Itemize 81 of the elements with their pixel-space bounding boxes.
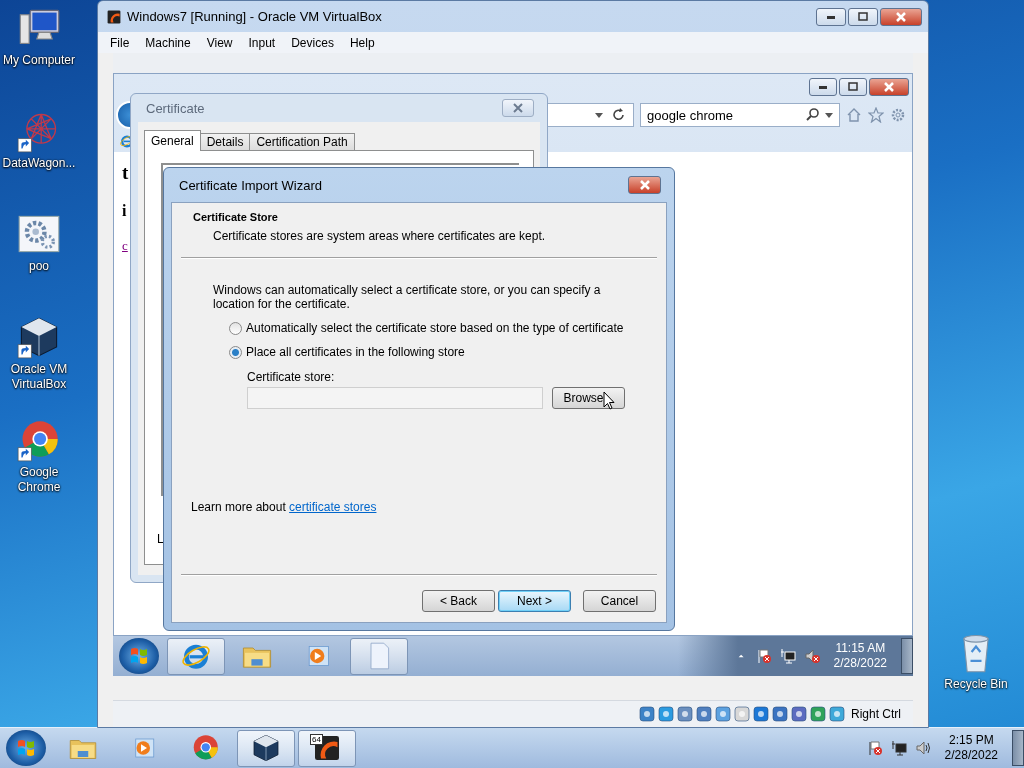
minimize-icon [818, 85, 828, 89]
menu-item[interactable]: File [102, 35, 138, 50]
panel-text: L [157, 532, 165, 546]
flag-logo-icon [15, 737, 37, 759]
dialog-title: Certificate Import Wizard [179, 177, 324, 193]
maximize-icon [848, 82, 858, 92]
host-key-label: Right Ctrl [851, 707, 901, 721]
show-desktop-button[interactable] [1012, 730, 1024, 766]
caret-icon [595, 112, 603, 118]
maximize-button[interactable] [848, 7, 878, 26]
app-icon [312, 733, 342, 763]
badge-label: 64 [310, 733, 323, 745]
page-link[interactable]: c [122, 238, 128, 254]
cube-icon [251, 733, 281, 763]
close-icon [513, 103, 523, 113]
menu-item[interactable]: Help [341, 35, 383, 50]
home-icon [846, 107, 862, 123]
help-text: Learn more about certificate stores [191, 500, 378, 514]
section-heading: Certificate Store [193, 211, 279, 223]
clock-time[interactable]: 11:15 AM [835, 641, 886, 656]
dialog-button[interactable]: < Back [422, 590, 495, 612]
settings-icon [890, 107, 906, 123]
clock-date[interactable]: 2/28/2022 [833, 656, 887, 671]
clock-time[interactable]: 2:15 PM [948, 733, 994, 748]
search-field[interactable]: google chrome [640, 103, 840, 127]
close-button[interactable] [628, 176, 661, 194]
start-button[interactable] [119, 638, 159, 674]
close-icon [884, 82, 894, 92]
dialog-button[interactable]: Next > [498, 590, 571, 612]
volume-icon[interactable] [803, 648, 820, 664]
refresh-icon [611, 107, 627, 123]
tab[interactable]: Certification Path [249, 133, 355, 151]
clock-date[interactable]: 2/28/2022 [944, 748, 998, 763]
taskbar-button[interactable] [237, 729, 295, 767]
menu-item[interactable]: Devices [283, 35, 342, 50]
menu-item[interactable]: View [198, 35, 241, 50]
star-icon [868, 107, 884, 123]
maximize-icon [858, 11, 868, 22]
app-icon [106, 8, 122, 25]
close-icon [896, 11, 906, 22]
page-text: i [122, 202, 127, 220]
certificate-store-field[interactable] [247, 387, 543, 409]
tab[interactable]: General [144, 130, 201, 151]
volume-icon[interactable] [914, 740, 931, 756]
browse-button[interactable]: Browse... [552, 387, 625, 409]
close-button[interactable] [880, 7, 922, 26]
menu-item[interactable]: Input [240, 35, 284, 50]
menu-item[interactable]: Machine [137, 35, 199, 50]
radio-button[interactable] [229, 345, 242, 359]
help-link[interactable]: certificate stores [289, 500, 377, 514]
minimize-icon [826, 14, 836, 19]
field-label: Certificate store: [247, 370, 336, 384]
dialog-title: Certificate [146, 100, 206, 116]
radio-label[interactable]: Place all certificates in the following store [246, 345, 465, 359]
desktop-icon-label[interactable]: My Computer [1, 53, 77, 68]
section-description: Certificate stores are system areas where certificates are kept. [213, 229, 547, 243]
minimize-button[interactable] [816, 7, 846, 26]
close-icon [639, 180, 650, 190]
flag-icon[interactable] [866, 740, 883, 756]
caret-icon [825, 112, 833, 118]
tab[interactable]: Details [199, 133, 251, 151]
window-title: Windows7 [Running] - Oracle VM VirtualBox [127, 9, 383, 24]
show-desktop-button[interactable] [901, 638, 913, 674]
flag-logo-icon [128, 645, 150, 667]
desktop-icon-label[interactable]: poo [1, 259, 77, 274]
desktop-icon-label[interactable]: Oracle VM VirtualBox [1, 362, 77, 392]
page-text: t [122, 162, 129, 184]
close-button[interactable] [502, 99, 534, 117]
radio-label[interactable]: Automatically select the certificate store based on the type of certificate [246, 321, 624, 335]
dialog-button[interactable]: Cancel [583, 590, 656, 612]
search-icon [805, 107, 821, 123]
start-button[interactable] [6, 730, 46, 766]
close-button[interactable] [869, 78, 909, 96]
desktop-icon-label[interactable]: DataWagon... [1, 156, 77, 171]
taskbar-button[interactable]: 64 [298, 729, 356, 767]
instruction-text: Windows can automatically select a certificate store, or you can specify a location for the certificate. [213, 283, 602, 311]
flag-icon[interactable] [755, 648, 772, 664]
radio-button[interactable] [229, 321, 242, 335]
minimize-button[interactable] [809, 78, 837, 96]
desktop-icon-label[interactable]: Google Chrome [1, 465, 77, 495]
maximize-button[interactable] [839, 78, 867, 96]
